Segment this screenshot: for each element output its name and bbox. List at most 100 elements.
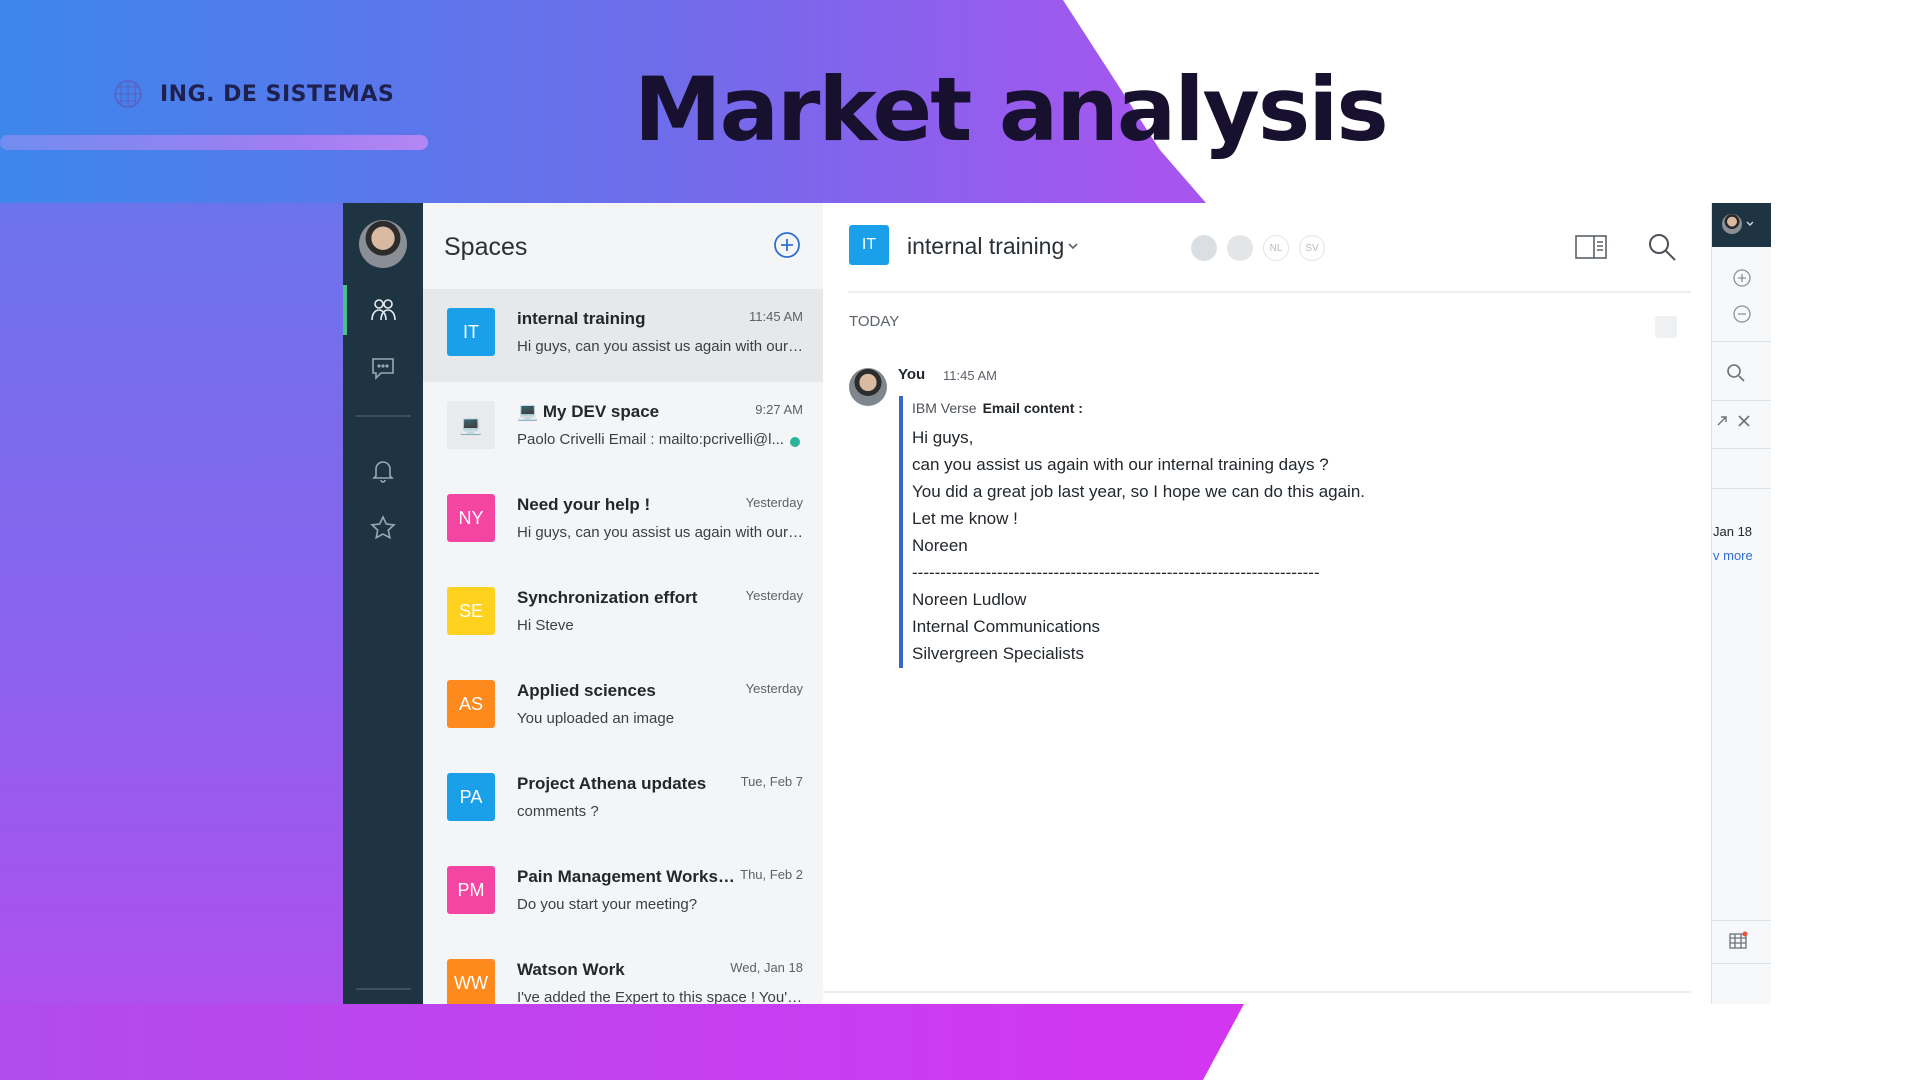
slide-title: Market analysis [634, 58, 1389, 161]
spaces-header: Spaces [423, 203, 823, 289]
background-left-shape [0, 203, 344, 1080]
space-time: Yesterday [745, 588, 803, 603]
list-item[interactable]: PA Project Athena updates Tue, Feb 7 com… [423, 754, 823, 847]
conversation-panel: IT internal training NL SV TODAY You 11:… [823, 203, 1691, 1004]
list-item[interactable]: IT internal training 11:45 AM Hi guys, c… [423, 289, 823, 382]
spaces-nav-button[interactable] [343, 285, 423, 335]
space-avatar: IT [447, 308, 495, 356]
star-icon [370, 515, 396, 540]
space-avatar: PM [447, 866, 495, 914]
rail-divider [356, 415, 411, 417]
message-line: Hi guys, [912, 428, 974, 447]
app-screenshot: Spaces IT internal training 11:45 AM Hi … [343, 203, 1771, 1004]
space-preview: comments ? [517, 803, 599, 820]
member-avatar[interactable]: NL [1263, 235, 1289, 261]
quote-meta: IBM Verse Email content : [912, 400, 1399, 416]
space-name: Synchronization effort [517, 588, 698, 607]
space-preview: You uploaded an image [517, 710, 675, 727]
space-name: Applied sciences [517, 681, 656, 700]
navigation-rail [343, 203, 423, 1004]
message-time: 11:45 AM [943, 368, 997, 383]
conversation-header: IT internal training NL SV [823, 203, 1691, 291]
space-name: Project Athena updates [517, 774, 707, 793]
chevron-down-icon[interactable] [1745, 219, 1755, 229]
conversation-title[interactable]: internal training [907, 233, 1064, 260]
favorites-nav-button[interactable] [343, 503, 423, 553]
space-name: Watson Work [517, 960, 625, 979]
space-avatar: NY [447, 494, 495, 542]
unread-indicator [790, 437, 800, 447]
space-time: 9:27 AM [755, 402, 803, 417]
add-space-icon[interactable] [773, 231, 801, 259]
space-avatar: 💻 [447, 401, 495, 449]
user-avatar[interactable] [359, 220, 407, 268]
bell-icon [372, 461, 394, 483]
message-line: Noreen [912, 536, 968, 555]
list-item[interactable]: AS Applied sciences Yesterday You upload… [423, 661, 823, 754]
search-icon[interactable] [1646, 231, 1678, 263]
side-divider [1712, 448, 1771, 449]
side-panel-header [1712, 203, 1771, 247]
message-line: Let me know ! [912, 509, 1018, 528]
messages-nav-button[interactable] [343, 343, 423, 393]
message-author: You [898, 366, 926, 383]
space-name: Need your help ! [517, 495, 651, 514]
space-list: IT internal training 11:45 AM Hi guys, c… [423, 289, 823, 1004]
message-author-avatar [849, 368, 887, 406]
close-icon[interactable] [1734, 411, 1754, 431]
expand-icon[interactable] [1712, 411, 1732, 431]
background-bottom-shape [0, 1004, 1244, 1080]
search-icon[interactable] [1726, 363, 1746, 383]
message-line: ----------------------------------------… [912, 563, 1320, 582]
brand-name: ING. DE SISTEMAS [160, 81, 395, 107]
notifications-nav-button[interactable] [343, 445, 423, 495]
list-item[interactable]: 💻 💻 My DEV space 9:27 AM Paolo Crivelli … [423, 382, 823, 475]
zoom-out-icon[interactable] [1732, 304, 1752, 324]
message-line: You did a great job last year, so I hope… [912, 482, 1366, 501]
side-user-avatar[interactable] [1722, 214, 1742, 234]
chat-bubble-icon [372, 358, 394, 380]
member-avatar[interactable] [1227, 235, 1253, 261]
header-divider [848, 291, 1691, 293]
message-line: Noreen Ludlow [912, 590, 1027, 609]
space-preview: Hi guys, can you assist us again with ou… [517, 338, 803, 355]
space-time: Yesterday [745, 681, 803, 696]
side-panel-icon[interactable] [1574, 233, 1608, 261]
quote-source-label: Email content : [982, 400, 1083, 416]
list-item[interactable]: SE Synchronization effort Yesterday Hi S… [423, 568, 823, 661]
quote-source: IBM Verse [912, 400, 977, 416]
globe-grid-icon [114, 80, 142, 108]
people-icon [371, 299, 396, 321]
space-preview: Paolo Crivelli Email : mailto:pcrivelli@… [517, 431, 784, 448]
side-date: Jan 18 [1713, 524, 1753, 539]
space-time: Yesterday [745, 495, 803, 510]
space-time: 11:45 AM [749, 309, 803, 324]
quote-body: Hi guys, can you assist us again with ou… [912, 424, 1399, 667]
space-preview: Do you start your meeting? [517, 896, 698, 913]
calendar-icon[interactable] [1728, 930, 1748, 950]
day-separator: TODAY [849, 313, 900, 330]
list-item[interactable]: PM Pain Management Workshop Thu, Feb 2 D… [423, 847, 823, 940]
space-name: Pain Management Workshop [517, 867, 737, 886]
side-divider [1712, 920, 1771, 921]
space-avatar: WW [447, 959, 495, 1004]
show-more-link[interactable]: v more [1713, 548, 1753, 563]
filter-icon[interactable] [1655, 316, 1677, 338]
space-preview: I've added the Expert to this space ! Yo… [517, 989, 803, 1004]
space-time: Thu, Feb 2 [740, 867, 803, 882]
space-avatar: PA [447, 773, 495, 821]
spaces-title: Spaces [444, 233, 528, 261]
member-avatar[interactable] [1191, 235, 1217, 261]
side-panel: Jan 18 v more [1711, 203, 1771, 1004]
message-line: Silvergreen Specialists [912, 644, 1084, 663]
space-time: Wed, Jan 18 [730, 960, 803, 975]
conversation-avatar: IT [849, 225, 889, 265]
space-time: Tue, Feb 7 [740, 774, 803, 789]
list-item[interactable]: WW Watson Work Wed, Jan 18 I've added th… [423, 940, 823, 1004]
member-avatar[interactable]: SV [1299, 235, 1325, 261]
email-quote: IBM Verse Email content : Hi guys, can yo… [899, 396, 1399, 668]
space-name: internal training [517, 309, 646, 328]
chevron-down-icon[interactable] [1065, 238, 1081, 254]
zoom-in-icon[interactable] [1732, 268, 1752, 288]
list-item[interactable]: NY Need your help ! Yesterday Hi guys, c… [423, 475, 823, 568]
